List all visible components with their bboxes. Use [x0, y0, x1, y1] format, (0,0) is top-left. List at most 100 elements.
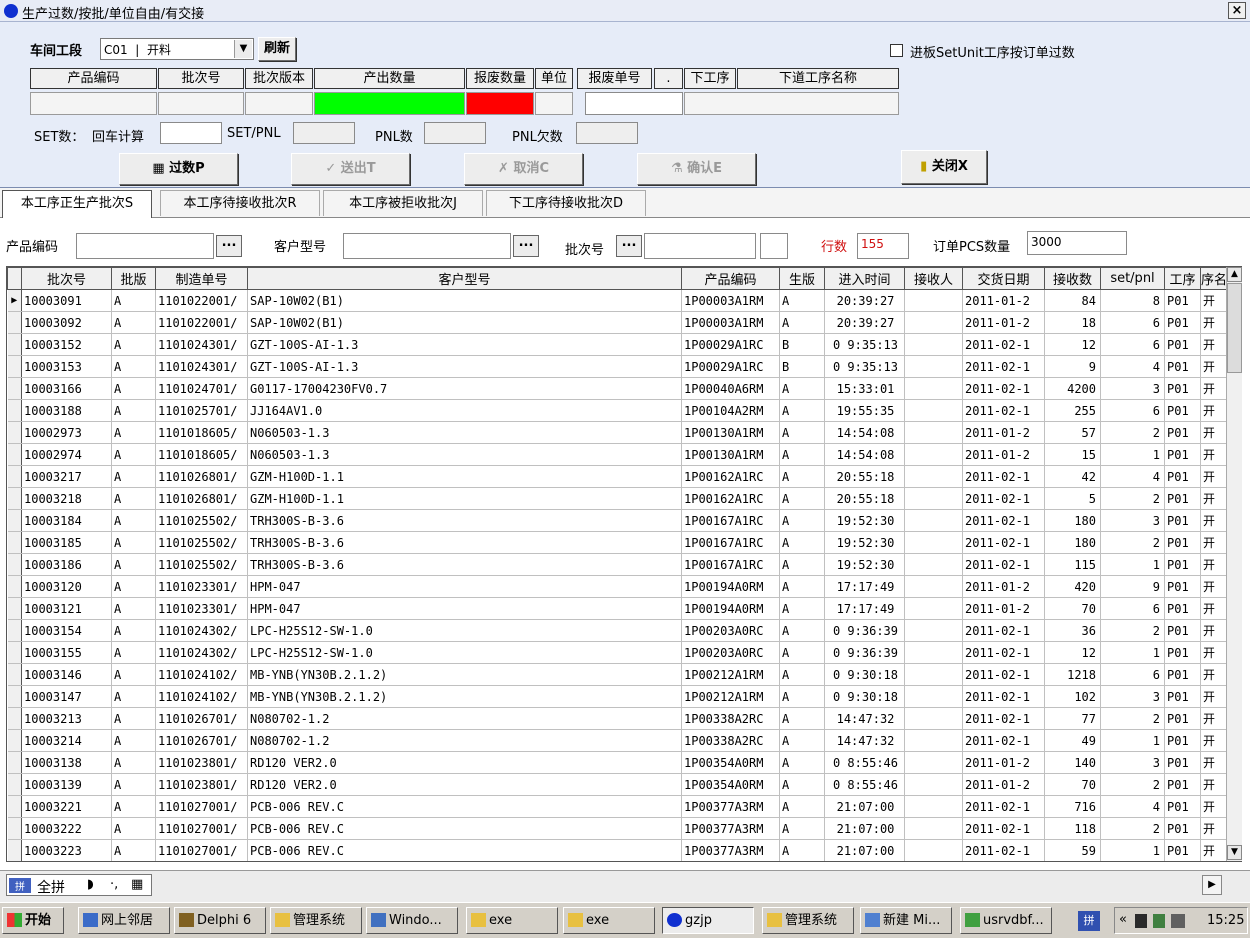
grid-cell[interactable]: 10003121 [21, 597, 112, 620]
grid-cell[interactable]: P01 [1164, 531, 1201, 554]
row-indicator[interactable] [7, 377, 22, 400]
grid-cell[interactable]: 15 [1044, 443, 1101, 466]
grid-cell[interactable]: A [111, 641, 156, 664]
grid-cell[interactable]: HPM-047 [247, 597, 682, 620]
grid-cell[interactable]: 10003138 [21, 751, 112, 774]
grid-cell[interactable]: A [111, 377, 156, 400]
grid-cell[interactable]: 10003213 [21, 707, 112, 730]
row-indicator[interactable] [7, 729, 22, 752]
grid-cell[interactable]: 1P00338A2RC [681, 729, 780, 752]
grid-cell[interactable]: RD120 VER2.0 [247, 751, 682, 774]
tray-network-icon[interactable] [1171, 914, 1185, 928]
grid-cell[interactable]: N060503-1.3 [247, 443, 682, 466]
table-row[interactable]: 10002973 A 1101018605/N060503-1.3 1P00130A1… [7, 421, 1228, 444]
grid-cell[interactable]: A [779, 707, 825, 730]
scrap-order-field[interactable] [585, 92, 683, 115]
grid-cell[interactable]: 2 [1100, 619, 1165, 642]
grid-cell[interactable]: 1101026801/ [155, 487, 248, 510]
grid-cell[interactable]: A [779, 509, 825, 532]
grid-cell[interactable]: 开 [1200, 531, 1228, 554]
taskbar-item-mgmt1[interactable]: 管理系统 [270, 907, 362, 934]
grid-cell[interactable]: 420 [1044, 575, 1101, 598]
tab-pending-receive[interactable]: 本工序待接收批次R [160, 190, 320, 216]
grid-cell[interactable]: 2011-01-2 [962, 443, 1045, 466]
grid-cell[interactable]: 2011-02-1 [962, 817, 1045, 840]
table-row[interactable]: 10003221 A 1101027001/PCB-006 REV.C 1P00377… [7, 795, 1228, 818]
grid-cell[interactable]: A [111, 773, 156, 796]
grid-cell[interactable]: 1101025502/ [155, 531, 248, 554]
grid-cell[interactable]: 2011-01-2 [962, 597, 1045, 620]
grid-cell[interactable]: GZM-H100D-1.1 [247, 465, 682, 488]
grid-cell[interactable]: N080702-1.2 [247, 707, 682, 730]
grid-cell[interactable]: 1218 [1044, 663, 1101, 686]
grid-cell[interactable]: A [779, 289, 825, 312]
grid-cell[interactable]: 10003217 [21, 465, 112, 488]
table-row[interactable]: 10003223 A 1101027001/PCB-006 REV.C 1P00377… [7, 839, 1228, 861]
grid-cell[interactable]: 开 [1200, 487, 1228, 510]
grid-cell[interactable]: 2011-02-1 [962, 619, 1045, 642]
grid-cell[interactable]: 2 [1100, 531, 1165, 554]
grid-cell[interactable]: 17:17:49 [824, 597, 905, 620]
taskbar-item-usrvdbf[interactable]: usrvdbf... [960, 907, 1052, 934]
grid-cell[interactable]: 20:55:18 [824, 487, 905, 510]
half-width-icon[interactable]: ◗ [87, 877, 94, 892]
grid-cell[interactable]: 1101023801/ [155, 773, 248, 796]
grid-cell[interactable]: A [779, 641, 825, 664]
grid-cell[interactable]: 1101024102/ [155, 685, 248, 708]
row-indicator[interactable] [7, 421, 22, 444]
grid-cell[interactable]: PCB-006 REV.C [247, 795, 682, 818]
grid-cell[interactable]: 15:33:01 [824, 377, 905, 400]
grid-cell[interactable]: P01 [1164, 707, 1201, 730]
grid-cell[interactable]: 1 [1100, 553, 1165, 576]
grid-cell[interactable]: A [779, 311, 825, 334]
grid-cell[interactable]: GZT-100S-AI-1.3 [247, 355, 682, 378]
grid-cell[interactable]: 20:39:27 [824, 289, 905, 312]
grid-cell[interactable]: A [111, 421, 156, 444]
grid-cell[interactable] [904, 421, 963, 444]
row-indicator[interactable] [7, 575, 22, 598]
grid-cell[interactable]: A [111, 729, 156, 752]
tab-rejected[interactable]: 本工序被拒收批次J [323, 190, 483, 216]
grid-cell[interactable]: 开 [1200, 443, 1228, 466]
grid-cell[interactable]: 开 [1200, 465, 1228, 488]
grid-cell[interactable]: 10003188 [21, 399, 112, 422]
close-window-button[interactable]: × [1228, 2, 1246, 19]
grid-cell[interactable]: 1P00377A3RM [681, 795, 780, 818]
tray-expand-icon[interactable]: « [1119, 912, 1127, 927]
grid-cell[interactable]: 10003166 [21, 377, 112, 400]
grid-cell[interactable]: 3 [1100, 509, 1165, 532]
grid-cell[interactable]: 10002974 [21, 443, 112, 466]
grid-cell[interactable]: 1P00162A1RC [681, 487, 780, 510]
grid-cell[interactable]: 2011-02-1 [962, 509, 1045, 532]
grid-cell[interactable]: P01 [1164, 443, 1201, 466]
table-row[interactable]: 10003186 A 1101025502/TRH300S-B-3.6 1P00167… [7, 553, 1228, 576]
scrap-order-lookup-button[interactable]: . [654, 68, 683, 89]
grid-cell[interactable]: 2011-02-1 [962, 685, 1045, 708]
grid-cell[interactable]: 1101022001/ [155, 289, 248, 312]
grid-cell[interactable]: 10003153 [21, 355, 112, 378]
grid-cell[interactable]: MB-YNB(YN30B.2.1.2) [247, 685, 682, 708]
grid-cell[interactable]: A [111, 751, 156, 774]
grid-cell[interactable]: 1P00167A1RC [681, 553, 780, 576]
grid-cell[interactable]: B [779, 333, 825, 356]
grid-cell[interactable]: A [779, 575, 825, 598]
grid-cell[interactable]: P01 [1164, 311, 1201, 334]
grid-cell[interactable]: 1P00338A2RC [681, 707, 780, 730]
send-button[interactable]: ✓ 送出T [291, 153, 410, 185]
grid-cell[interactable]: 1101024302/ [155, 619, 248, 642]
row-indicator[interactable] [7, 663, 22, 686]
grid-cell[interactable]: 1101024701/ [155, 377, 248, 400]
grid-cell[interactable]: 10003152 [21, 333, 112, 356]
grid-cell[interactable]: P01 [1164, 355, 1201, 378]
grid-cell[interactable]: A [779, 619, 825, 642]
grid-cell[interactable]: A [779, 531, 825, 554]
row-indicator[interactable] [7, 487, 22, 510]
grid-cell[interactable]: A [111, 311, 156, 334]
table-row[interactable]: 10003218 A 1101026801/GZM-H100D-1.1 1P00162… [7, 487, 1228, 510]
grid-cell[interactable]: 14:47:32 [824, 707, 905, 730]
grid-cell[interactable]: SAP-10W02(B1) [247, 311, 682, 334]
grid-cell[interactable] [904, 311, 963, 334]
setunit-checkbox[interactable] [890, 44, 903, 57]
taskbar-item-delphi[interactable]: Delphi 6 [174, 907, 266, 934]
grid-cell[interactable]: 1P00203A0RC [681, 641, 780, 664]
